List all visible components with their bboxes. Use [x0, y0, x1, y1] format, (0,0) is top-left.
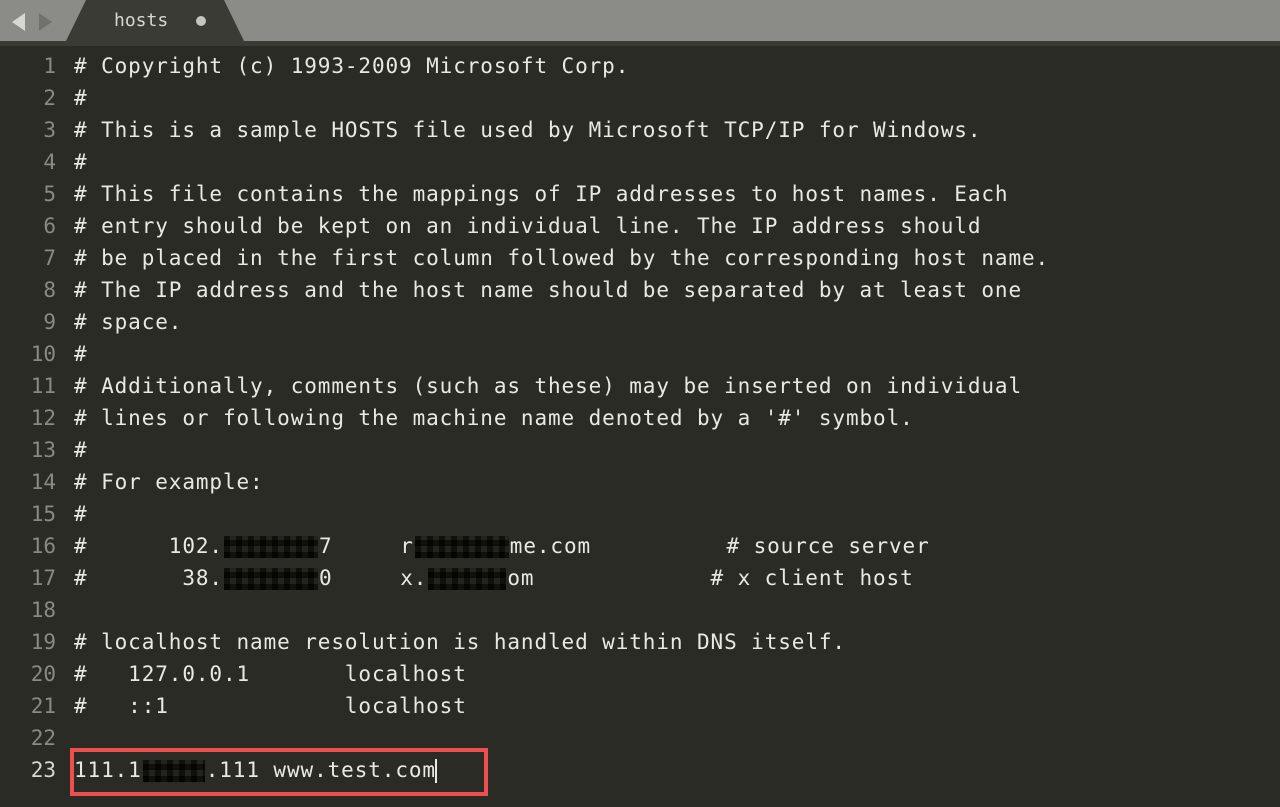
- code-line: 4#: [0, 146, 1280, 178]
- redacted-block: [428, 568, 506, 590]
- code-editor[interactable]: 1# Copyright (c) 1993-2009 Microsoft Cor…: [0, 46, 1280, 786]
- code-text: # This file contains the mappings of IP …: [74, 182, 1280, 206]
- code-line: 7# be placed in the first column followe…: [0, 242, 1280, 274]
- line-number: 20: [0, 662, 74, 686]
- code-text: # ::1 localhost: [74, 694, 1280, 718]
- nav-back-icon[interactable]: [12, 13, 25, 31]
- code-line: 14# For example:: [0, 466, 1280, 498]
- code-line: 13#: [0, 434, 1280, 466]
- code-line: 11# Additionally, comments (such as thes…: [0, 370, 1280, 402]
- file-tab-title: hosts: [114, 10, 168, 31]
- code-text: #: [74, 438, 1280, 462]
- code-text: #: [74, 86, 1280, 110]
- nav-arrows: [0, 13, 64, 41]
- line-number: 7: [0, 246, 74, 270]
- code-text: # 38.0 x.om # x client host: [74, 566, 1280, 590]
- line-number: 13: [0, 438, 74, 462]
- title-bar: hosts: [0, 0, 1280, 41]
- code-text: # 102.7 rme.com # source server: [74, 534, 1280, 558]
- code-line: 10#: [0, 338, 1280, 370]
- code-text: 111.1.111 www.test.com: [74, 758, 1280, 783]
- code-line: 12# lines or following the machine name …: [0, 402, 1280, 434]
- line-number: 23: [0, 758, 74, 782]
- code-text: #: [74, 150, 1280, 174]
- line-number: 1: [0, 54, 74, 78]
- line-number: 18: [0, 598, 74, 622]
- code-line: 9# space.: [0, 306, 1280, 338]
- line-number: 5: [0, 182, 74, 206]
- code-text: #: [74, 342, 1280, 366]
- line-number: 9: [0, 310, 74, 334]
- line-number: 19: [0, 630, 74, 654]
- line-number: 14: [0, 470, 74, 494]
- line-number: 21: [0, 694, 74, 718]
- code-line: 8# The IP address and the host name shou…: [0, 274, 1280, 306]
- code-line: 16 # 102.7 rme.com # source server: [0, 530, 1280, 562]
- code-line: 21# ::1 localhost: [0, 690, 1280, 722]
- line-number: 10: [0, 342, 74, 366]
- code-text: # entry should be kept on an individual …: [74, 214, 1280, 238]
- code-line: 18: [0, 594, 1280, 626]
- line-number: 3: [0, 118, 74, 142]
- code-line: 3# This is a sample HOSTS file used by M…: [0, 114, 1280, 146]
- line-number: 6: [0, 214, 74, 238]
- code-line: 6# entry should be kept on an individual…: [0, 210, 1280, 242]
- line-number: 8: [0, 278, 74, 302]
- code-line: 2#: [0, 82, 1280, 114]
- dirty-indicator-icon: [196, 16, 206, 26]
- code-text: # 127.0.0.1 localhost: [74, 662, 1280, 686]
- line-number: 22: [0, 726, 74, 750]
- file-tab[interactable]: hosts: [86, 0, 224, 41]
- line-number: 12: [0, 406, 74, 430]
- code-text: # space.: [74, 310, 1280, 334]
- code-text: # Copyright (c) 1993-2009 Microsoft Corp…: [74, 54, 1280, 78]
- code-line: 17 # 38.0 x.om # x client host: [0, 562, 1280, 594]
- redacted-block: [224, 536, 318, 558]
- code-line: 1# Copyright (c) 1993-2009 Microsoft Cor…: [0, 50, 1280, 82]
- code-line: 22: [0, 722, 1280, 754]
- code-text: #: [74, 502, 1280, 526]
- line-number: 17: [0, 566, 74, 590]
- code-text: # localhost name resolution is handled w…: [74, 630, 1280, 654]
- line-number: 2: [0, 86, 74, 110]
- nav-forward-icon[interactable]: [39, 13, 52, 31]
- redacted-block: [143, 760, 205, 782]
- code-line: 5# This file contains the mappings of IP…: [0, 178, 1280, 210]
- code-text: # This is a sample HOSTS file used by Mi…: [74, 118, 1280, 142]
- line-number: 11: [0, 374, 74, 398]
- code-line: 23 111.1.111 www.test.com: [0, 754, 1280, 786]
- code-line: 15#: [0, 498, 1280, 530]
- code-text: # be placed in the first column followed…: [74, 246, 1280, 270]
- line-number: 4: [0, 150, 74, 174]
- line-number: 16: [0, 534, 74, 558]
- code-text: # For example:: [74, 470, 1280, 494]
- code-text: # lines or following the machine name de…: [74, 406, 1280, 430]
- redacted-block: [415, 536, 509, 558]
- code-line: 20# 127.0.0.1 localhost: [0, 658, 1280, 690]
- code-text: # Additionally, comments (such as these)…: [74, 374, 1280, 398]
- redacted-block: [224, 568, 318, 590]
- text-cursor-icon: [435, 759, 437, 783]
- line-number: 15: [0, 502, 74, 526]
- code-line: 19# localhost name resolution is handled…: [0, 626, 1280, 658]
- code-text: # The IP address and the host name shoul…: [74, 278, 1280, 302]
